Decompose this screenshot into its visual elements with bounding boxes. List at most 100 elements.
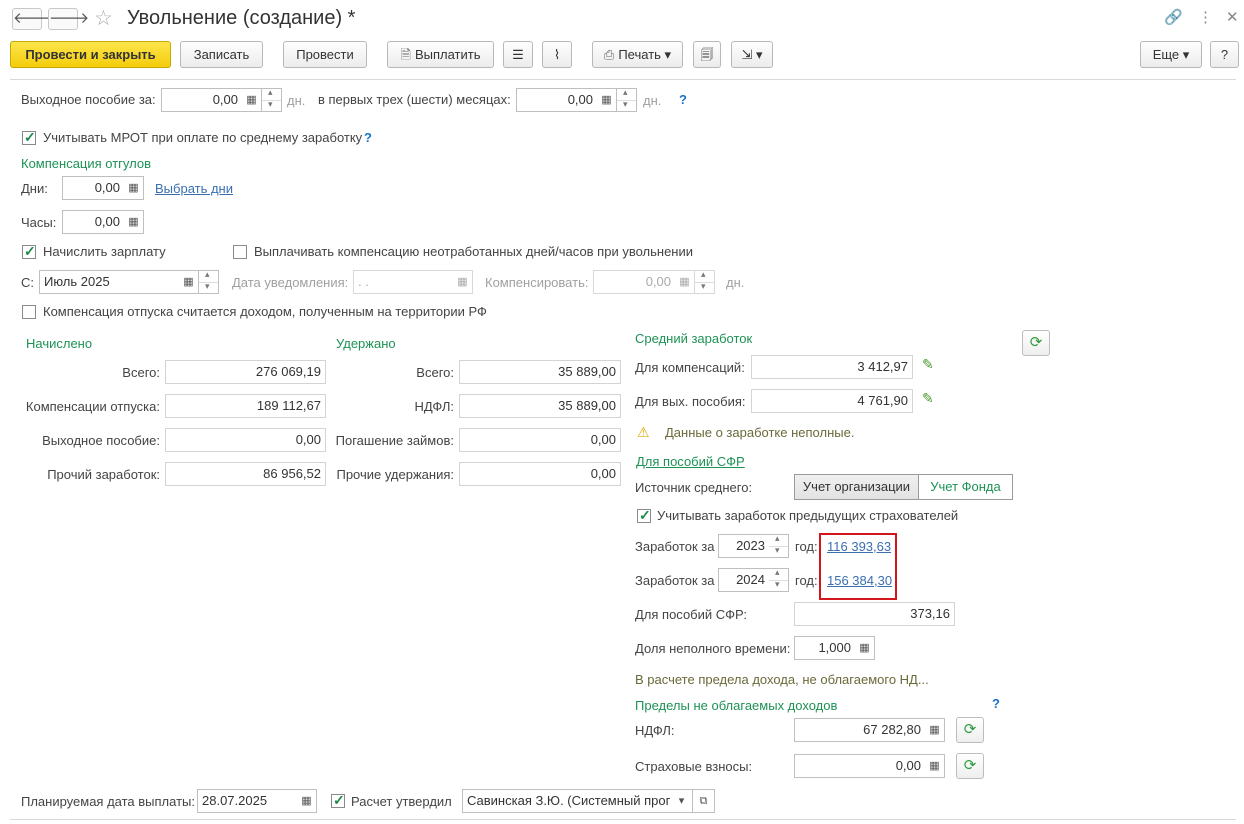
approver-input[interactable]: Савинская З.Ю. (Системный прог (462, 789, 672, 813)
earnings-2023-label: Заработок за (635, 539, 715, 554)
attach-button[interactable]: ⌇ (542, 41, 572, 68)
source-fund-toggle[interactable]: Учет Фонда (918, 474, 1013, 500)
refresh-insurance-button[interactable]: ⟳ (956, 753, 984, 779)
avg-severance-label: Для вых. пособия: (635, 394, 746, 409)
from-month-stepper[interactable] (199, 269, 219, 294)
pencil-icon[interactable]: ✎ (922, 390, 934, 407)
limits-header: Пределы не облагаемых доходов (635, 698, 838, 713)
earnings-2024-suffix: год: (795, 573, 818, 588)
calculator-icon[interactable]: ▦ (242, 88, 262, 112)
document-history-button[interactable]: 🗐 (693, 41, 721, 68)
close-icon[interactable]: ✕ (1226, 8, 1239, 26)
avg-compensation-value: 3 412,97 (751, 355, 913, 379)
post-and-close-button[interactable]: Провести и закрыть (10, 41, 171, 68)
post-button[interactable]: Провести (283, 41, 367, 68)
limit-insurance-input[interactable]: 0,00 (794, 754, 926, 778)
earnings-year-stepper[interactable] (769, 533, 789, 558)
earnings-year-2023-input[interactable]: 2023 (718, 534, 770, 558)
calculator-icon[interactable]: ▦ (124, 176, 144, 200)
average-header: Средний заработок (635, 331, 753, 346)
link-icon[interactable]: 🔗 (1164, 8, 1183, 26)
back-button[interactable]: 🡐 (12, 8, 53, 30)
calculator-icon[interactable]: ▦ (597, 88, 617, 112)
calendar-icon[interactable]: ▦ (453, 270, 473, 294)
first-months-stepper[interactable] (617, 87, 637, 112)
refresh-icon: ⟳ (1029, 334, 1043, 351)
pay-comp-label: Выплачивать компенсацию неотработанных д… (254, 244, 694, 259)
export-icon: ⇲ (741, 47, 753, 62)
severance-help-icon[interactable]: ? (679, 92, 687, 107)
earnings-2024-label: Заработок за (635, 573, 715, 588)
limit-ndfl-input[interactable]: 67 282,80 (794, 718, 926, 742)
mrot-checkbox[interactable] (22, 129, 36, 146)
pay-button[interactable]: 🗎 Выплатить (387, 41, 494, 68)
pencil-icon[interactable]: ✎ (922, 356, 934, 373)
from-month-input[interactable]: Июль 2025 (39, 270, 180, 294)
refresh-ndfl-button[interactable]: ⟳ (956, 717, 984, 743)
part-time-input[interactable]: 1,000 (794, 636, 856, 660)
select-days-link[interactable]: Выбрать дни (155, 181, 233, 197)
highlight-box (819, 533, 897, 600)
calendar-icon[interactable]: ▦ (179, 270, 199, 294)
calculator-icon[interactable]: ▦ (925, 718, 945, 742)
sfr-link[interactable]: Для пособий СФР (636, 454, 745, 470)
compensate-unit: дн. (726, 275, 745, 290)
calculator-icon[interactable]: ▦ (675, 270, 695, 294)
save-button[interactable]: Записать (180, 41, 263, 68)
vacation-income-label: Компенсация отпуска считается доходом, п… (43, 304, 487, 319)
open-icon[interactable]: ⧉ (693, 789, 715, 813)
first-months-input[interactable]: 0,00 (516, 88, 598, 112)
vacation-days-input[interactable]: 0,00 (62, 176, 125, 200)
earnings-year-2024-input[interactable]: 2024 (718, 568, 770, 592)
more-vertical-icon[interactable]: ⋮ (1198, 8, 1213, 26)
pay-comp-checkbox[interactable] (233, 245, 247, 259)
printer-icon: ⎙ (603, 47, 615, 62)
dropdown-arrow-icon: ▾ (756, 47, 763, 62)
favorite-star-icon[interactable]: ☆ (94, 6, 113, 31)
compensate-input[interactable]: 0,00 (593, 270, 676, 294)
source-org-toggle[interactable]: Учет организации (794, 474, 919, 500)
calculator-icon[interactable]: ▦ (925, 754, 945, 778)
forward-button[interactable]: 🡒 (48, 8, 89, 30)
approved-label: Расчет утвердил (351, 794, 452, 809)
bottom-divider (10, 819, 1236, 820)
withheld-header: Удержано (336, 336, 396, 351)
vacation-days-label: Дни: (21, 181, 48, 196)
notice-date-input[interactable]: . . (353, 270, 454, 294)
prev-insurers-label: Учитывать заработок предыдущих страховат… (657, 508, 959, 523)
mrot-help-icon[interactable]: ? (364, 130, 372, 145)
vacation-income-checkbox[interactable] (22, 305, 36, 319)
accrued-other-label: Прочий заработок: (47, 467, 160, 482)
calculator-icon[interactable]: ▦ (124, 210, 144, 234)
approved-checkbox[interactable] (331, 792, 345, 809)
create-based-on-button[interactable]: ⇲ ▾ (731, 41, 773, 68)
calendar-icon[interactable]: ▦ (297, 789, 317, 813)
compensate-stepper[interactable] (695, 269, 715, 294)
sfr-benefits-label: Для пособий СФР: (635, 607, 748, 622)
compensate-label: Компенсировать: (485, 275, 589, 290)
pay-date-input[interactable]: 28.07.2025 (197, 789, 298, 813)
accrued-vacation-value: 189 112,67 (165, 394, 326, 418)
print-button[interactable]: ⎙ Печать ▾ (592, 41, 683, 68)
prev-insurers-checkbox[interactable] (637, 507, 651, 524)
calculator-icon[interactable]: ▦ (855, 636, 875, 660)
refresh-button[interactable]: ⟳ (1022, 330, 1050, 356)
dropdown-arrow-icon[interactable]: ▾ (671, 789, 693, 813)
vacation-hours-input[interactable]: 0,00 (62, 210, 125, 234)
accrued-vacation-label: Компенсации отпуска: (25, 399, 160, 414)
limit-insurance-label: Страховые взносы: (635, 759, 753, 774)
accrue-salary-checkbox[interactable] (22, 243, 36, 260)
withheld-other-label: Прочие удержания: (336, 467, 454, 482)
accrued-other-value: 86 956,52 (165, 462, 326, 486)
report-button[interactable]: ☰ (503, 41, 533, 68)
print-button-label: Печать (618, 47, 661, 62)
earnings-year-stepper[interactable] (769, 567, 789, 592)
limits-help-icon[interactable]: ? (992, 696, 1000, 711)
more-button[interactable]: Еще ▾ (1140, 41, 1202, 68)
severance-days-stepper[interactable] (262, 87, 282, 112)
warning-text: Данные о заработке неполные. (665, 425, 855, 440)
help-button[interactable]: ? (1210, 41, 1239, 68)
accrued-total-value: 276 069,19 (165, 360, 326, 384)
severance-days-input[interactable]: 0,00 (161, 88, 243, 112)
vacation-comp-header: Компенсация отгулов (21, 156, 151, 171)
